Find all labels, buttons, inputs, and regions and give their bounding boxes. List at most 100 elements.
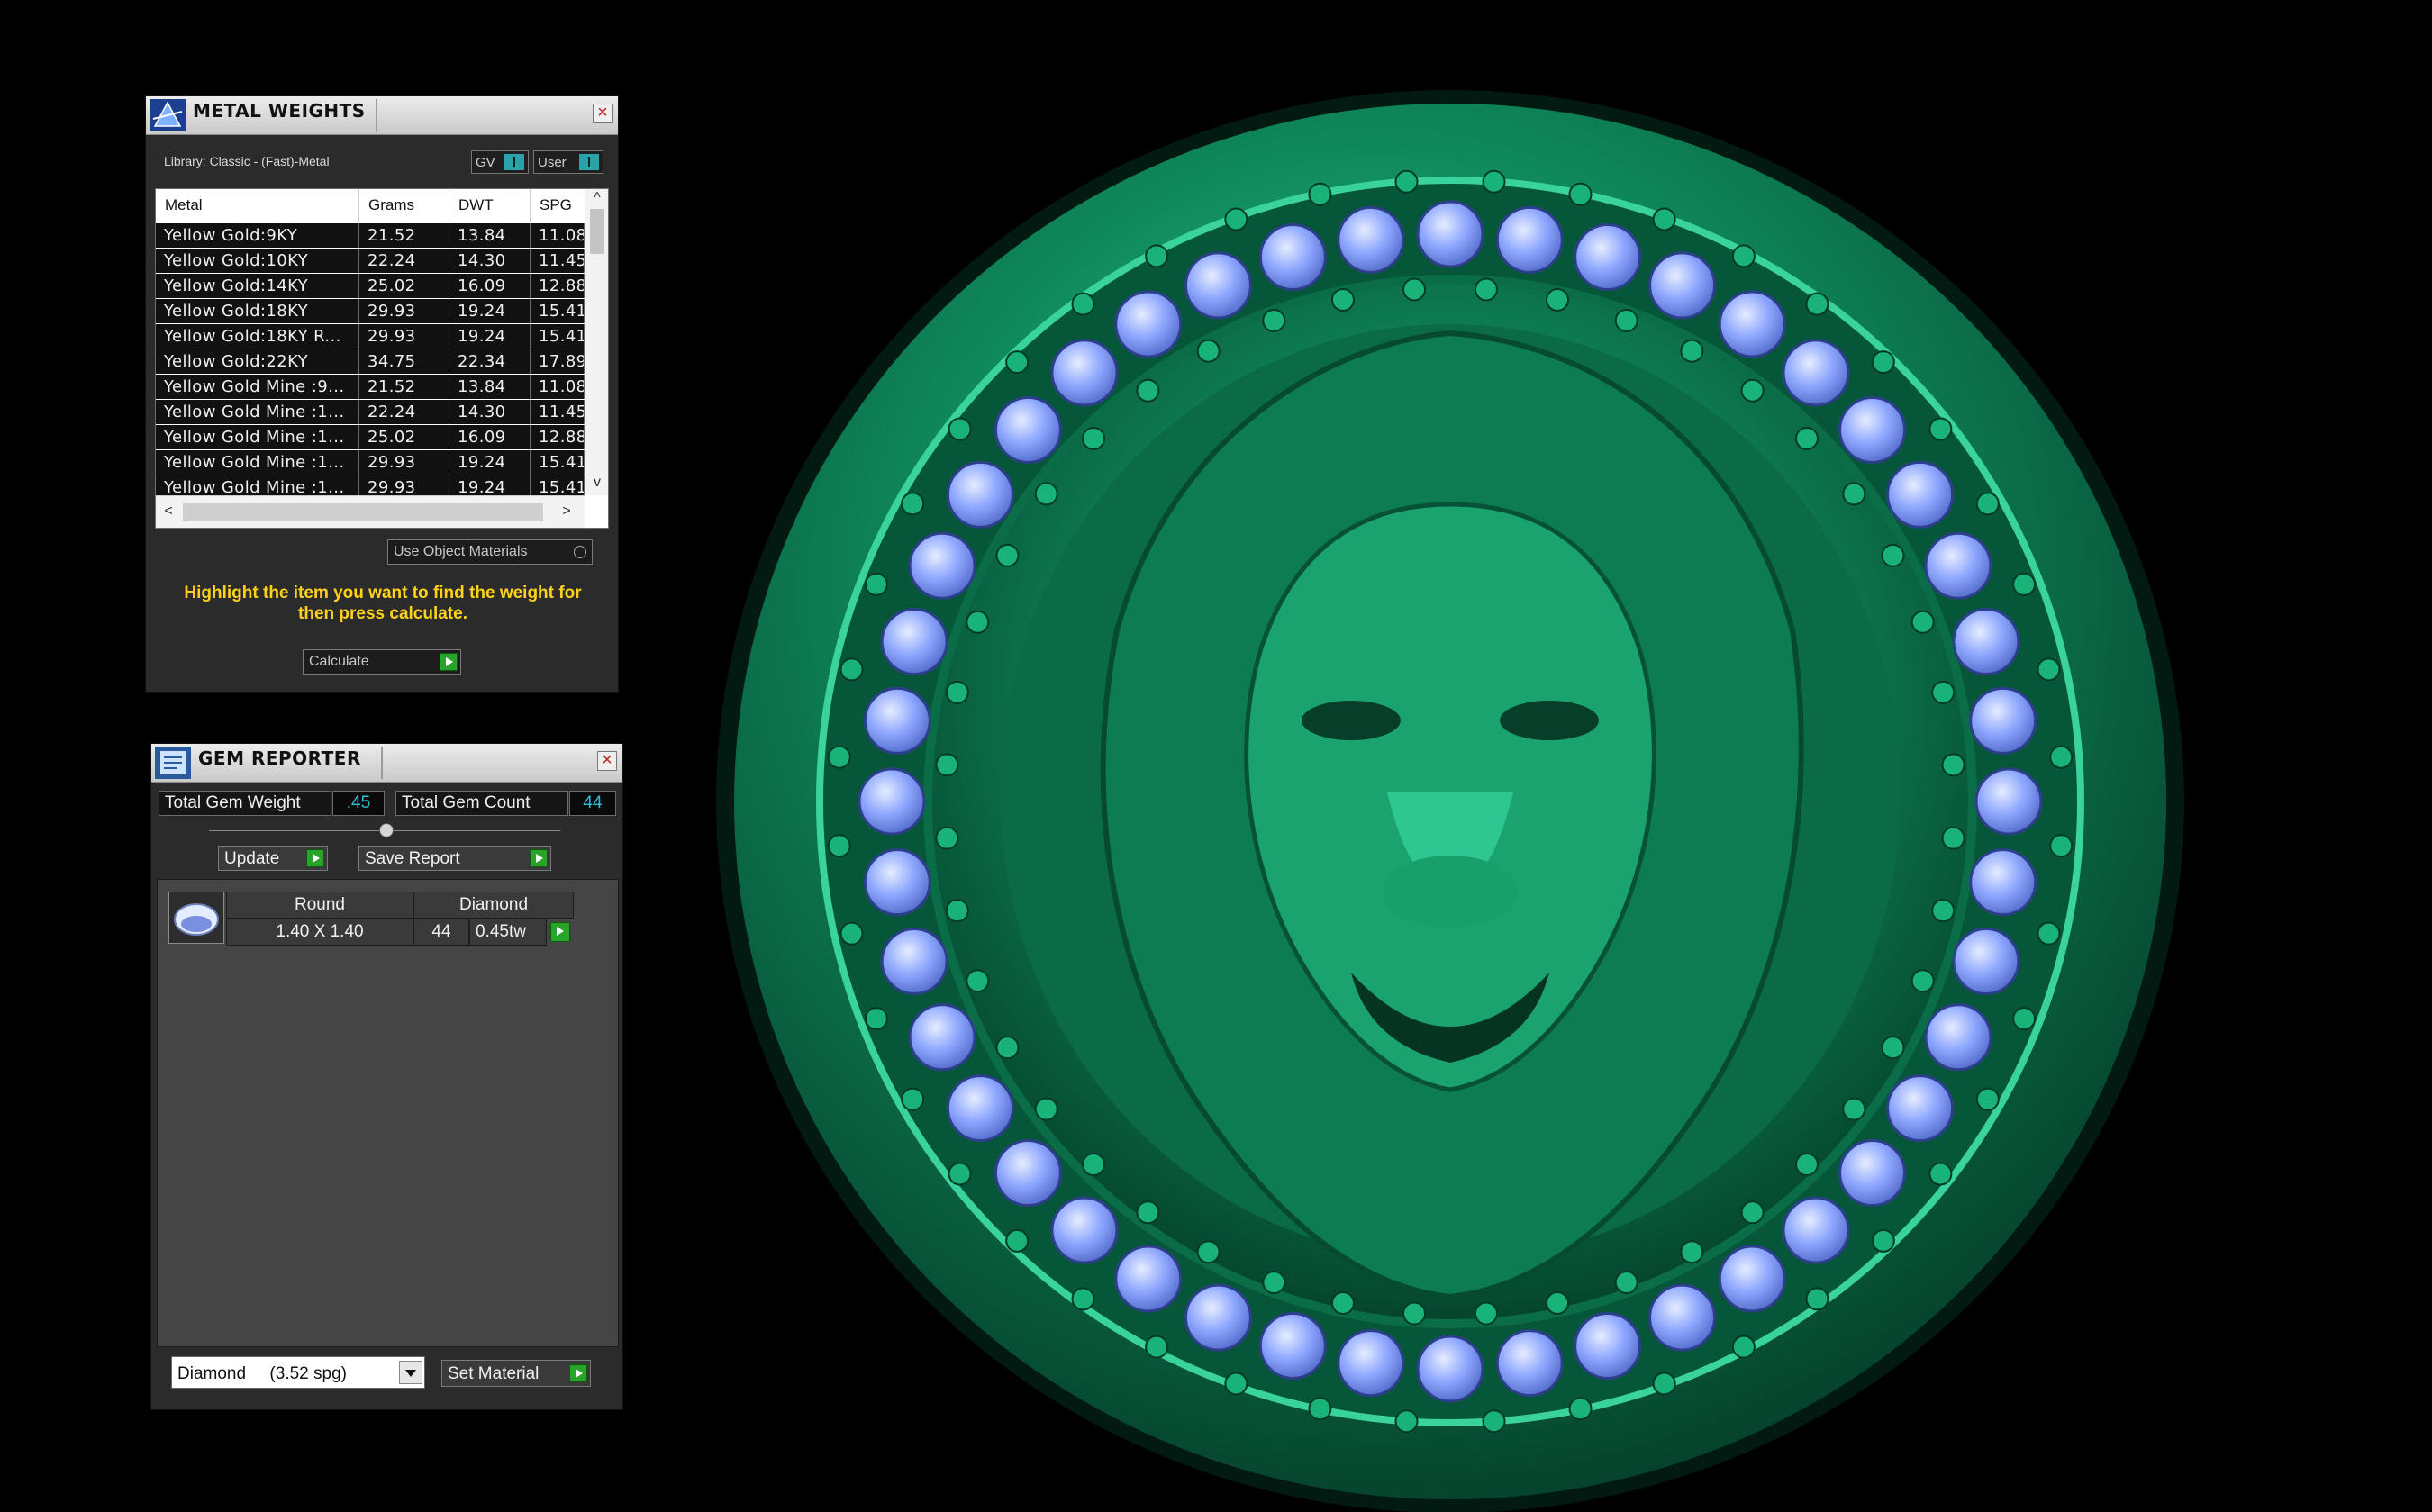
- column-header-dwt[interactable]: DWT: [449, 189, 531, 222]
- metal-weights-title: METAL WEIGHTS: [193, 100, 366, 122]
- prong: [1740, 378, 1765, 403]
- table-row[interactable]: Yellow Gold Mine :1... 29.93 19.24 15.41: [156, 450, 585, 475]
- gem-stone: [1258, 1311, 1327, 1380]
- table-row[interactable]: Yellow Gold:22KY 34.75 22.34 17.89: [156, 349, 585, 374]
- cell-metal: Yellow Gold Mine :1...: [156, 400, 359, 424]
- prong: [1568, 1397, 1593, 1421]
- gem-thumbnail[interactable]: [168, 892, 224, 944]
- prong: [1805, 292, 1829, 316]
- cell-grams: 25.02: [359, 425, 449, 449]
- prong: [2049, 834, 2074, 858]
- prong: [1910, 610, 1935, 634]
- splitter-handle-icon[interactable]: [379, 823, 394, 837]
- prong: [1224, 207, 1248, 231]
- prong: [1071, 292, 1095, 316]
- prong: [1308, 182, 1332, 206]
- prong: [1082, 426, 1106, 450]
- total-gem-weight-label: Total Gem Weight: [159, 791, 331, 816]
- vertical-scrollbar[interactable]: ^ v: [585, 189, 608, 495]
- prong: [995, 1036, 1020, 1060]
- table-row[interactable]: Yellow Gold:9KY 21.52 13.84 11.08: [156, 223, 585, 248]
- cell-spg: 11.08: [531, 223, 585, 248]
- gem-stone: [863, 848, 931, 917]
- prong: [995, 543, 1020, 567]
- table-row[interactable]: Yellow Gold:14KY 25.02 16.09 12.88: [156, 274, 585, 298]
- prong: [1794, 1153, 1819, 1177]
- prong: [1614, 308, 1638, 332]
- prong: [864, 1007, 888, 1031]
- prong: [839, 657, 864, 682]
- table-row[interactable]: Yellow Gold Mine :1... 25.02 16.09 12.88: [156, 425, 585, 449]
- table-row[interactable]: Yellow Gold:18KY 29.93 19.24 15.41: [156, 299, 585, 323]
- material-select[interactable]: Diamond (3.52 spg): [171, 1356, 425, 1389]
- gem-stone: [1648, 251, 1717, 320]
- scroll-thumb[interactable]: [590, 209, 604, 254]
- prong: [935, 826, 959, 850]
- prong: [1680, 1240, 1704, 1264]
- user-toggle[interactable]: User: [533, 150, 603, 174]
- hint-text: Highlight the item you want to find the …: [184, 584, 582, 623]
- column-header-metal[interactable]: Metal: [156, 189, 359, 222]
- gem-stone: [1050, 339, 1119, 407]
- gem-stone: [1337, 205, 1405, 274]
- scroll-up-icon[interactable]: ^: [588, 189, 606, 207]
- cell-grams: 22.24: [359, 400, 449, 424]
- prong: [1975, 492, 2000, 516]
- close-icon[interactable]: ×: [593, 104, 613, 123]
- prong: [1482, 1409, 1506, 1434]
- prong: [945, 680, 969, 704]
- gem-shape-cell: Round: [226, 892, 413, 919]
- calculate-button[interactable]: Calculate: [303, 649, 461, 675]
- prong: [901, 1087, 925, 1111]
- table-row[interactable]: Yellow Gold Mine :1... 22.24 14.30 11.45: [156, 400, 585, 424]
- prong: [901, 492, 925, 516]
- cell-dwt: 19.24: [449, 450, 531, 475]
- hscroll-thumb[interactable]: [183, 503, 543, 521]
- gem-list-area[interactable]: Round Diamond 1.40 X 1.40 44 0.45tw: [157, 879, 619, 1347]
- close-icon[interactable]: ×: [597, 751, 617, 771]
- column-header-grams[interactable]: Grams: [359, 189, 449, 222]
- table-row[interactable]: Yellow Gold:18KY R... 29.93 19.24 15.41: [156, 324, 585, 349]
- table-row[interactable]: Yellow Gold Mine :9... 21.52 13.84 11.08: [156, 375, 585, 399]
- gem-row-button[interactable]: [549, 920, 572, 944]
- table-row[interactable]: Yellow Gold:10KY 22.24 14.30 11.45: [156, 249, 585, 273]
- gem-stone: [1886, 1074, 1955, 1143]
- set-material-button[interactable]: Set Material: [441, 1360, 591, 1387]
- prong: [1082, 1153, 1106, 1177]
- gem-stone: [1495, 205, 1564, 274]
- scroll-right-icon[interactable]: >: [558, 502, 576, 521]
- dropdown-arrow-icon[interactable]: [399, 1361, 422, 1384]
- cell-metal: Yellow Gold Mine :1...: [156, 450, 359, 475]
- horizontal-scrollbar[interactable]: < >: [156, 495, 585, 528]
- prong: [1474, 277, 1498, 302]
- prong: [1034, 482, 1058, 506]
- lion-head: [1000, 324, 1901, 1300]
- prong: [1731, 1335, 1756, 1359]
- prong: [1568, 182, 1593, 206]
- prong: [1928, 1162, 1953, 1186]
- metal-weights-titlebar[interactable]: METAL WEIGHTS ×: [146, 96, 618, 135]
- save-report-button[interactable]: Save Report: [358, 846, 551, 871]
- prong: [966, 610, 990, 634]
- scroll-down-icon[interactable]: v: [588, 474, 606, 492]
- gem-reporter-titlebar[interactable]: GEM REPORTER ×: [151, 744, 622, 783]
- gem-stone: [880, 927, 948, 995]
- cell-metal: Yellow Gold:22KY: [156, 349, 359, 374]
- cell-spg: 17.89: [531, 349, 585, 374]
- play-icon: [530, 849, 548, 867]
- gem-stone: [1969, 686, 2037, 755]
- gem-stone: [1574, 223, 1642, 292]
- prong: [1482, 169, 1506, 194]
- gem-stone: [1050, 1196, 1119, 1264]
- gv-toggle[interactable]: GV: [471, 150, 529, 174]
- gem-stone: [1952, 608, 2020, 676]
- gem-stone: [1838, 1139, 1907, 1208]
- prong: [1842, 482, 1866, 506]
- prong: [1262, 308, 1286, 332]
- metal-table[interactable]: Metal Grams DWT SPG Yellow Gold:9KY 21.52…: [155, 188, 609, 529]
- update-label: Update: [224, 849, 280, 868]
- use-object-materials-toggle[interactable]: Use Object Materials: [387, 539, 593, 565]
- update-button[interactable]: Update: [218, 846, 328, 871]
- prong: [2037, 657, 2061, 682]
- scroll-left-icon[interactable]: <: [159, 502, 177, 521]
